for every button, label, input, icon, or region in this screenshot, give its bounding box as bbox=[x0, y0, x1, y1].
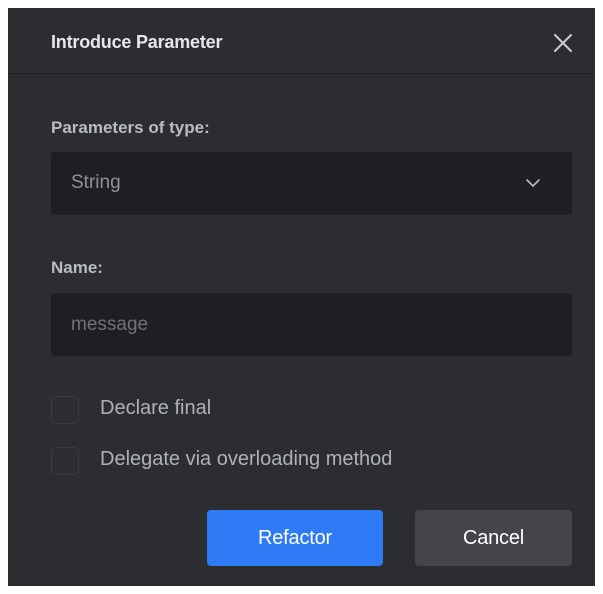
introduce-parameter-dialog: Introduce Parameter Parameters of type: … bbox=[8, 8, 595, 586]
declare-final-checkbox[interactable] bbox=[51, 396, 79, 424]
dialog-title: Introduce Parameter bbox=[51, 32, 223, 52]
cancel-button[interactable]: Cancel bbox=[415, 510, 572, 566]
dialog-header: Introduce Parameter bbox=[8, 8, 595, 74]
name-field-label: Name: bbox=[51, 258, 103, 277]
type-field-label: Parameters of type: bbox=[51, 118, 210, 137]
declare-final-label: Declare final bbox=[100, 397, 212, 419]
delegate-overloading-checkbox[interactable] bbox=[51, 447, 79, 475]
name-input[interactable] bbox=[51, 293, 572, 356]
refactor-button[interactable]: Refactor bbox=[207, 510, 383, 566]
chevron-down-icon bbox=[526, 179, 540, 187]
delegate-overloading-label: Delegate via overloading method bbox=[100, 448, 393, 470]
close-icon bbox=[554, 34, 572, 52]
type-select-value: String bbox=[71, 172, 121, 193]
close-button[interactable] bbox=[550, 30, 576, 56]
type-select[interactable]: String bbox=[51, 152, 572, 215]
